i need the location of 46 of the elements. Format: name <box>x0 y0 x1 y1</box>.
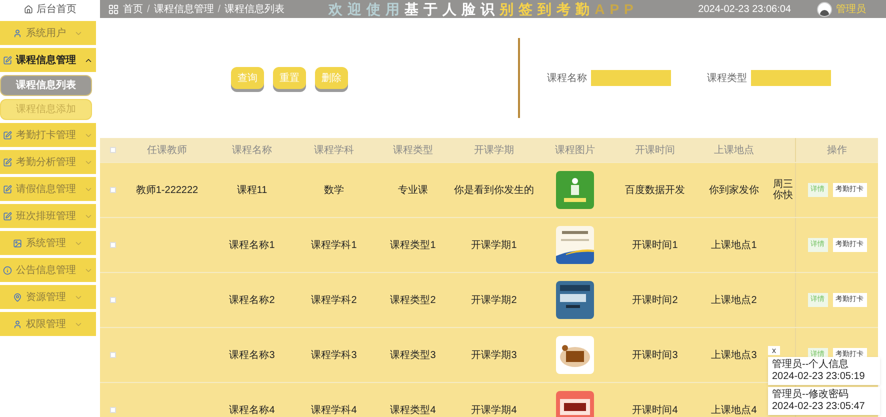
table-cell-text: 开课学期1 <box>471 238 517 252</box>
table-cell-text: 课程类型1 <box>390 238 436 252</box>
table-cell-text: 教师1-222222 <box>136 184 198 198</box>
table-cell-text: 你是看到你发生的 <box>454 184 534 198</box>
table-cell-text: 课程名称2 <box>229 294 275 308</box>
column-header: 任课教师 <box>146 144 188 158</box>
table-cell-text: 上课地点4 <box>711 404 757 417</box>
search-label: 课程名称 <box>547 72 587 86</box>
table-cell-text: 开课时间2 <box>632 294 678 308</box>
table-cell-text: 开课学期4 <box>471 404 517 417</box>
table-cell-text: 课程名称3 <box>229 348 275 362</box>
table-cell-text: 课程学科4 <box>311 404 357 417</box>
breadcrumb-separator: / <box>218 2 221 16</box>
column-header: 开课时间 <box>634 144 676 158</box>
column-header: 课程类型 <box>392 144 434 158</box>
table-cell-text: 课程名称1 <box>229 238 275 252</box>
table-cell-text: 你快 <box>773 190 794 201</box>
table-cell-text: 百度数据开发 <box>625 184 685 198</box>
table-cell-text: 你到家发你 <box>709 184 759 198</box>
table-cell-text: 开课时间1 <box>632 238 678 252</box>
column-header: 开课学期 <box>473 144 515 158</box>
table-cell-text: 上课地点2 <box>711 294 757 308</box>
table-cell-text: 开课时间3 <box>632 348 678 362</box>
table-cell-text: 课程类型3 <box>390 348 436 362</box>
table-cell-text: 课程学科2 <box>311 294 357 308</box>
table-cell-text: 课程学科3 <box>311 348 357 362</box>
table-cell-text: 专业课 <box>398 184 428 198</box>
column-header: 上课地点 <box>713 144 755 158</box>
table-cell-text: 上课地点1 <box>711 238 757 252</box>
table-cell-text: 上课地点3 <box>711 348 757 362</box>
clock-time: 2024-02-23 23:06:04 <box>698 2 791 16</box>
breadcrumb-separator: / <box>147 2 150 16</box>
table-cell-text: 课程学科1 <box>311 238 357 252</box>
column-header: 课程学科 <box>313 144 355 158</box>
table-cell-text: 开课学期2 <box>471 294 517 308</box>
table-cell-text: 周三 <box>773 179 794 190</box>
table-cell-text: 课程11 <box>236 184 268 198</box>
table-cell-text: 开课时间4 <box>632 404 678 417</box>
search-label: 课程类型 <box>707 72 747 86</box>
table-cell-text: 课程类型4 <box>390 404 436 417</box>
column-header: 课程图片 <box>554 144 596 158</box>
table-cell-text: 课程类型2 <box>390 294 436 308</box>
table-cell-text: 开课学期3 <box>471 348 517 362</box>
table-cell-text: 数学 <box>324 184 344 198</box>
table-cell-text: 课程名称4 <box>229 404 275 417</box>
column-header: 课程名称 <box>231 144 273 158</box>
